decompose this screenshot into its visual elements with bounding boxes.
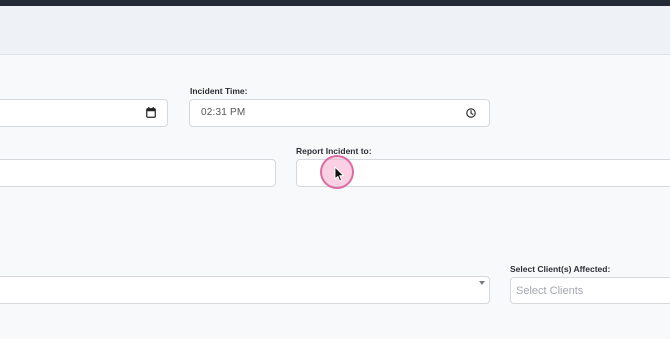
caret-down-icon[interactable]	[479, 281, 485, 285]
calendar-icon[interactable]	[146, 107, 156, 118]
left-dropdown-select[interactable]	[0, 276, 490, 304]
left-text-input[interactable]	[0, 159, 276, 187]
clock-icon[interactable]	[466, 108, 476, 118]
header-band	[0, 6, 670, 55]
incident-date-input[interactable]	[0, 99, 168, 127]
incident-time-label: Incident Time:	[190, 86, 248, 96]
clients-affected-placeholder: Select Clients	[516, 285, 584, 297]
incident-time-value: 02:31 PM	[201, 107, 246, 118]
mouse-pointer-icon	[334, 166, 345, 182]
clients-affected-label: Select Client(s) Affected:	[510, 264, 611, 274]
